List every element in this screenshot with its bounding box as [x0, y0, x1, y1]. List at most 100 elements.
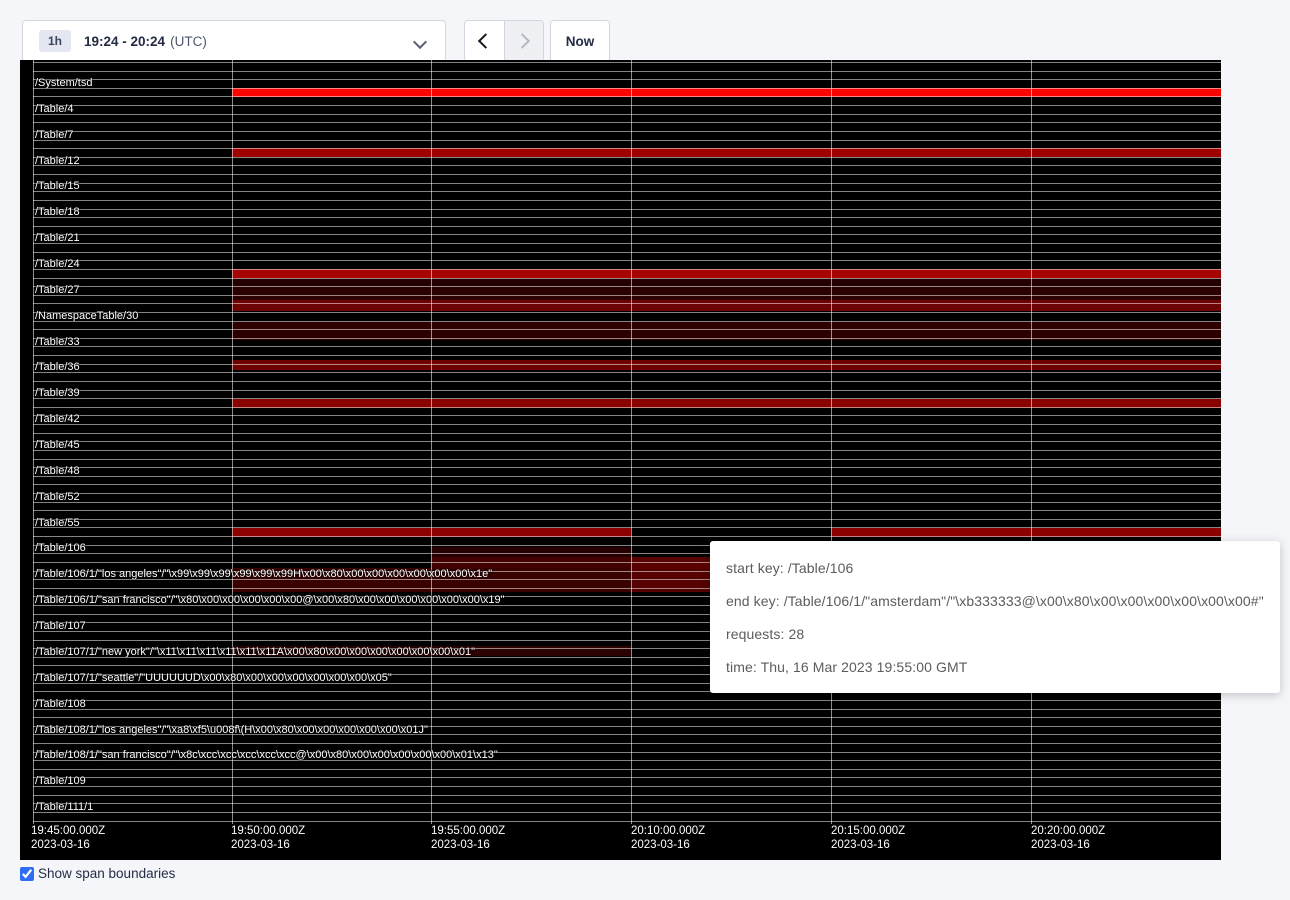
row-label: /Table/12: [35, 155, 80, 167]
span-boundary-line: [33, 96, 1221, 97]
timezone-text: (UTC): [170, 34, 207, 49]
time-tick-line: 19:45:00.000Z: [31, 824, 105, 838]
span-boundary-line: [33, 131, 1221, 132]
row-label: /Table/48: [35, 465, 80, 477]
tooltip-line: end key: /Table/106/1/"amsterdam"/"\xb33…: [726, 593, 1264, 609]
row-label: /Table/21: [35, 232, 80, 244]
span-boundary-line: [33, 346, 1221, 347]
span-boundary-line: [33, 717, 1221, 718]
time-tick-line: 19:50:00.000Z: [231, 824, 305, 838]
row-label: /Table/107: [35, 620, 86, 632]
span-boundary-line: [33, 303, 1221, 304]
row-label: /Table/108/1/"los angeles"/"\xa8\xf5\u00…: [35, 724, 428, 736]
span-boundary-line: [33, 372, 1221, 373]
row-label: /Table/108/1/"san francisco"/"\x8c\xcc\x…: [35, 749, 498, 761]
row-label: /Table/55: [35, 517, 80, 529]
row-label: /Table/39: [35, 387, 80, 399]
span-boundary-line: [33, 364, 1221, 365]
span-boundary-line: [33, 338, 1221, 339]
span-boundary-line: [33, 62, 1221, 63]
time-tick-line: 20:15:00.000Z: [831, 824, 905, 838]
span-boundary-line: [33, 502, 1221, 503]
span-boundary-line: [33, 803, 1221, 804]
time-range-selector[interactable]: 1h 19:24 - 20:24 (UTC): [22, 20, 446, 62]
span-boundary-line: [33, 286, 1221, 287]
span-boundary-line: [33, 476, 1221, 477]
time-tick-line: 2023-03-16: [1031, 838, 1105, 852]
row-label: /Table/108: [35, 698, 86, 710]
span-boundary-line: [33, 165, 1221, 166]
span-boundary-line: [33, 459, 1221, 460]
next-time-button[interactable]: [504, 21, 544, 61]
time-tick-line: 20:10:00.000Z: [631, 824, 705, 838]
span-boundary-line: [33, 234, 1221, 235]
row-label: /Table/18: [35, 206, 80, 218]
time-gridline: [33, 60, 34, 824]
span-boundary-line: [33, 217, 1221, 218]
span-boundary-line: [33, 114, 1221, 115]
span-boundary-line: [33, 243, 1221, 244]
time-tick-line: 2023-03-16: [31, 838, 105, 852]
span-boundary-line: [33, 355, 1221, 356]
span-boundary-line: [33, 536, 1221, 537]
span-boundary-line: [33, 252, 1221, 253]
row-label: /Table/4: [35, 103, 74, 115]
time-tick-line: 19:55:00.000Z: [431, 824, 505, 838]
span-boundary-line: [33, 527, 1221, 528]
row-label: /Table/36: [35, 361, 80, 373]
heatmap-band: [232, 278, 1221, 289]
show-span-boundaries-checkbox[interactable]: [20, 867, 34, 881]
span-boundary-line: [33, 321, 1221, 322]
span-boundary-line: [33, 71, 1221, 72]
time-tick-line: 2023-03-16: [831, 838, 905, 852]
row-label: /System/tsd: [35, 77, 92, 89]
span-boundary-line: [33, 183, 1221, 184]
span-boundary-line: [33, 278, 1221, 279]
now-button[interactable]: Now: [550, 20, 610, 62]
row-label: /Table/27: [35, 284, 80, 296]
time-nav-group: [464, 20, 544, 62]
span-boundary-line: [33, 700, 1221, 701]
key-visualizer-heatmap[interactable]: /System/tsd/Table/4/Table/7/Table/12/Tab…: [20, 60, 1221, 860]
span-boundary-line: [33, 381, 1221, 382]
span-boundary-line: [33, 174, 1221, 175]
span-boundary-line: [33, 493, 1221, 494]
row-label: /Table/107/1/"seattle"/"UUUUUUD\x00\x80\…: [35, 672, 392, 684]
bucket-tooltip: start key: /Table/106end key: /Table/106…: [710, 541, 1280, 693]
time-gridline: [232, 60, 233, 824]
span-boundary-line: [33, 200, 1221, 201]
span-boundary-line: [33, 148, 1221, 149]
time-tick-line: 20:20:00.000Z: [1031, 824, 1105, 838]
row-label: /Table/106: [35, 542, 86, 554]
time-range-text: 19:24 - 20:24: [84, 34, 165, 49]
span-boundary-line: [33, 191, 1221, 192]
span-boundary-line: [33, 786, 1221, 787]
row-label: /Table/24: [35, 258, 80, 270]
span-boundary-line: [33, 157, 1221, 158]
row-label: /Table/7: [35, 129, 74, 141]
span-boundary-line: [33, 88, 1221, 89]
heatmap-band: [232, 360, 1221, 370]
time-gridline: [1031, 60, 1032, 824]
prev-time-button[interactable]: [465, 21, 504, 61]
span-boundary-line: [33, 140, 1221, 141]
row-label: /Table/45: [35, 439, 80, 451]
time-gridline: [631, 60, 632, 824]
span-boundary-line: [33, 407, 1221, 408]
span-boundary-line: [33, 269, 1221, 270]
row-label: /Table/111/1: [35, 801, 93, 813]
span-boundary-line: [33, 743, 1221, 744]
row-label: /Table/52: [35, 491, 80, 503]
span-boundary-line: [33, 122, 1221, 123]
span-boundary-line: [33, 709, 1221, 710]
span-boundary-line: [33, 433, 1221, 434]
time-tick: 20:15:00.000Z2023-03-16: [831, 824, 905, 852]
span-boundary-line: [33, 105, 1221, 106]
footer-options: Show span boundaries: [20, 866, 175, 881]
span-boundary-line: [33, 312, 1221, 313]
span-boundary-line: [33, 415, 1221, 416]
span-boundary-line: [33, 510, 1221, 511]
time-tick: 19:45:00.000Z2023-03-16: [31, 824, 105, 852]
time-tick: 20:10:00.000Z2023-03-16: [631, 824, 705, 852]
span-boundary-line: [33, 398, 1221, 399]
